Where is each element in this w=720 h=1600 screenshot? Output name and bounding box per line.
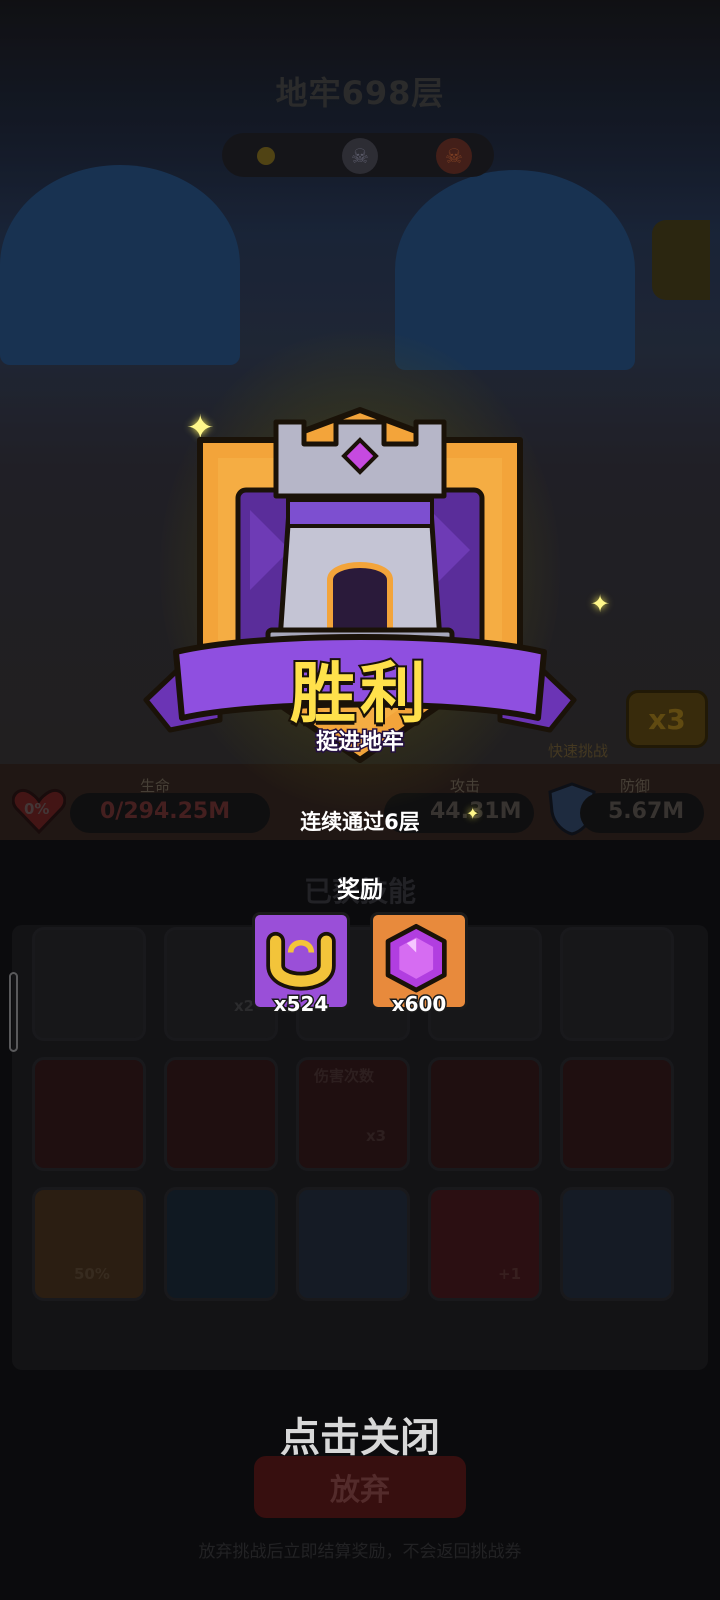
victory-subtitle: 挺进地牢: [314, 729, 405, 757]
floor-streak-text: 连续通过6层: [300, 810, 420, 834]
reward-heading: 奖励: [337, 877, 383, 903]
tap-to-close-hint[interactable]: 点击关闭: [0, 1405, 720, 1463]
victory-title: 胜利: [288, 653, 430, 734]
reward-horseshoe-quantity: x524: [272, 991, 330, 1018]
reward-gem-quantity: x600: [390, 991, 448, 1018]
sparkle-icon: ✦: [590, 590, 611, 618]
